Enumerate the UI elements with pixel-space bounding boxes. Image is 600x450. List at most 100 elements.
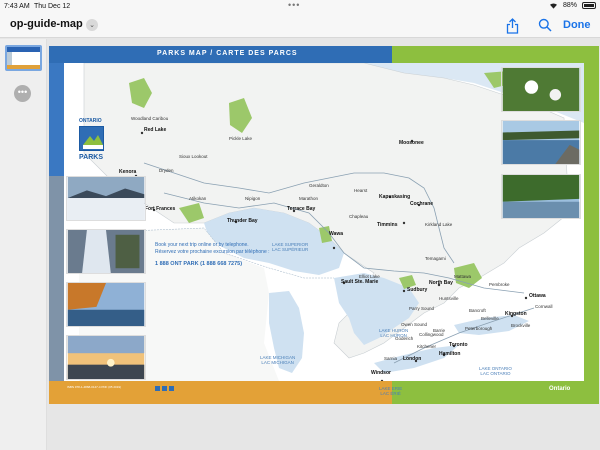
city-label: Toronto — [449, 342, 468, 348]
city-dot-wawa — [332, 246, 336, 250]
city-dot-red-lake — [140, 131, 144, 135]
city-label: Peterborough — [465, 326, 493, 331]
city-label: Kapuskasing — [379, 194, 411, 200]
more-options-icon[interactable]: ••• — [14, 85, 31, 102]
footer-band-green — [392, 381, 599, 404]
city-label: Red Lake — [144, 127, 167, 133]
photo-winter — [66, 176, 146, 221]
city-label: Kenora — [119, 169, 137, 175]
city-label: Sioux Lookout — [179, 154, 208, 159]
city-label: Huntsville — [439, 296, 459, 301]
city-label: Pickle Lake — [229, 136, 253, 141]
facebook-icon — [155, 386, 160, 391]
city-label: Ottawa — [529, 293, 546, 299]
booking-text-fr: Réservez votre prochaine excursion par t… — [155, 249, 270, 255]
city-label: North Bay — [429, 280, 453, 286]
lake-label-superior: LAKE SUPERIOR LAC SUPÉRIEUR — [272, 242, 309, 252]
logo-text-bottom: PARKS — [79, 154, 103, 161]
city-label: Collingwood — [419, 332, 444, 337]
ontario-wordmark: Ontario — [549, 386, 571, 392]
city-label: Goderich — [395, 336, 414, 341]
city-label: Thunder Bay — [227, 218, 258, 224]
document-title[interactable]: op-guide-map — [10, 18, 83, 30]
city-label: Terrace Bay — [287, 206, 316, 212]
city-label: Bancroft — [469, 308, 486, 313]
city-dot-ottawa — [524, 296, 528, 300]
city-label: Mattawa — [454, 274, 472, 279]
twitter-icon — [169, 386, 174, 391]
toolbar: op-guide-map ⌄ Done — [0, 14, 600, 38]
city-label: Hamilton — [439, 351, 461, 357]
city-label: London — [403, 356, 422, 362]
battery-percent: 88% — [562, 2, 577, 9]
wifi-icon — [549, 3, 557, 9]
city-label: Marathon — [299, 196, 319, 201]
lake-label-ontario: LAKE ONTARIO LAC ONTARIO — [479, 366, 512, 376]
status-date: Thu Dec 12 — [34, 3, 71, 10]
city-label: Moosonee — [399, 140, 424, 146]
status-time: 7:43 AM — [4, 3, 30, 10]
share-icon[interactable] — [506, 18, 519, 34]
social-icons — [155, 386, 174, 391]
city-label: Wawa — [329, 231, 343, 237]
city-label: Cornwall — [535, 304, 553, 309]
left-band-grey — [49, 176, 64, 381]
parks-logo-icon — [83, 135, 103, 149]
booking-phone: 1 888 ONT PARK (1 888 668 7275) — [155, 261, 243, 267]
city-label: Sault Ste. Marie — [341, 279, 379, 285]
lake-label-michigan: LAKE MICHIGAN LAC MICHIGAN — [260, 355, 296, 365]
city-label: Belleville — [481, 316, 499, 321]
city-label: Timmins — [377, 222, 398, 228]
map-header-title: PARKS MAP / CARTE DES PARCS — [157, 50, 298, 57]
city-label: Temagami — [425, 256, 446, 261]
city-label: Fort Frances — [145, 206, 176, 212]
city-label: Atikokan — [189, 196, 207, 201]
city-label: Chapleau — [349, 214, 369, 219]
city-label: Sudbury — [407, 287, 428, 293]
booking-info: Book your next trip online or by telepho… — [155, 242, 275, 268]
city-label: Parry Sound — [409, 306, 435, 311]
multitask-dots-icon[interactable]: ••• — [288, 0, 300, 10]
city-dot-sudbury — [402, 289, 406, 293]
city-dot-windsor — [380, 379, 384, 381]
photo-lake-islands — [501, 120, 581, 165]
lake-label-erie: LAKE ERIE LAC ÉRIÉ — [379, 386, 403, 396]
chevron-down-icon[interactable]: ⌄ — [86, 19, 98, 31]
done-button[interactable]: Done — [563, 19, 591, 31]
photo-trillium — [501, 67, 581, 112]
status-right: 88% — [549, 2, 596, 9]
search-icon[interactable] — [538, 18, 552, 32]
city-label: Cochrane — [410, 201, 434, 207]
page-thumbnail[interactable] — [5, 45, 42, 71]
city-label: Nipigon — [245, 196, 261, 201]
city-label: Geraldton — [309, 183, 329, 188]
city-label: Pembroke — [489, 282, 510, 287]
photo-autumn — [66, 282, 146, 327]
photo-waterfall — [66, 229, 146, 274]
pdf-page: PARKS MAP / CARTE DES PARCS ONTARIO PARK… — [49, 46, 599, 404]
city-label: Woodland Caribou — [131, 116, 169, 121]
city-dot-timmins — [402, 221, 406, 225]
city-label: Elliot Lake — [359, 274, 380, 279]
photo-sunset — [66, 335, 146, 380]
thumbnail-sidebar: ••• — [0, 39, 47, 450]
city-label: Brockville — [511, 323, 531, 328]
status-bar: 7:43 AM Thu Dec 12 ••• 88% — [0, 0, 600, 14]
logo-text-top: ONTARIO — [79, 118, 102, 124]
city-label: Dryden — [159, 168, 174, 173]
photo-forest-lake — [501, 174, 581, 219]
city-label: Kitchener — [417, 344, 437, 349]
header-band-green — [392, 46, 599, 63]
ontario-parks-logo — [79, 126, 104, 151]
city-label: Hearst — [354, 188, 368, 193]
city-label: Owen Sound — [401, 322, 428, 327]
city-label: Kirkland Lake — [425, 222, 453, 227]
city-label: Sarnia — [384, 356, 398, 361]
footer-fine-print: ISBN 978-1-4868-0147-4 PDF (05 2019) — [67, 385, 122, 389]
right-band — [584, 63, 599, 404]
battery-icon — [582, 2, 596, 9]
booking-text-en: Book your next trip online or by telepho… — [155, 242, 249, 248]
city-label: Windsor — [371, 370, 391, 376]
flickr-icon — [162, 386, 167, 391]
city-label: Kingston — [505, 311, 527, 317]
